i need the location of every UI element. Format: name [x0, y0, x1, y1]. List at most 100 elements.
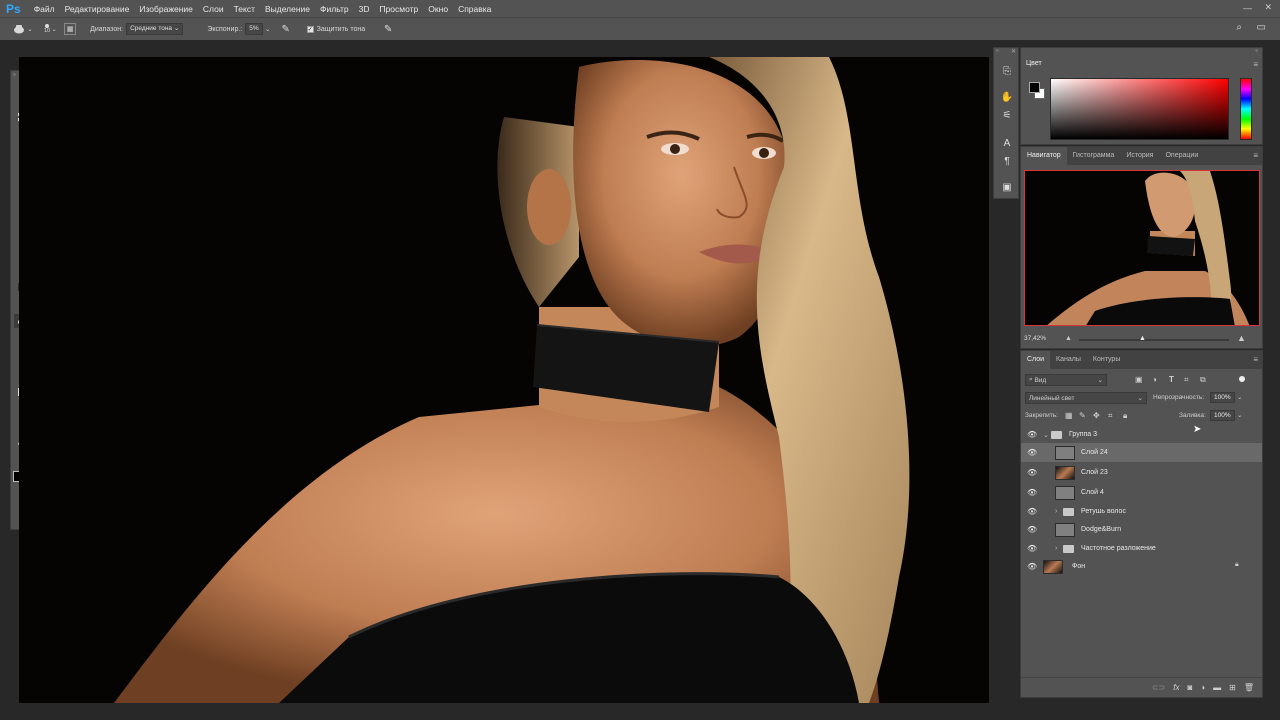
tab-histogram[interactable]: Гистограмма: [1067, 147, 1121, 165]
chevron-down-icon[interactable]: ⌄: [1237, 393, 1242, 401]
close-icon[interactable]: ✕: [1011, 48, 1016, 55]
brush-panel-icon[interactable]: ▦: [64, 23, 77, 35]
layer-row-layer-24[interactable]: 👁︎ Слой 24: [1021, 443, 1262, 462]
brush-settings-icon[interactable]: ✋: [999, 90, 1015, 104]
libraries-icon[interactable]: ▣: [999, 180, 1015, 194]
lock-artboard-icon[interactable]: ⌗: [1108, 411, 1113, 421]
lock-pixels-icon[interactable]: ✎: [1079, 411, 1086, 420]
filter-pixel-icon[interactable]: ▣: [1135, 375, 1143, 384]
blend-mode-select[interactable]: Линейный свет ⌄: [1025, 392, 1147, 404]
menu-edit[interactable]: Редактирование: [60, 4, 135, 14]
layer-row-layer-23[interactable]: 👁︎ Слой 23: [1021, 463, 1262, 482]
visibility-eye-icon[interactable]: 👁︎: [1027, 468, 1037, 477]
visibility-eye-icon[interactable]: 👁︎: [1027, 430, 1037, 439]
zoom-value[interactable]: 37,42%: [1024, 335, 1046, 342]
panel-menu-icon[interactable]: ≡: [1253, 151, 1258, 160]
chevron-down-icon[interactable]: ⌄: [263, 22, 273, 36]
minimize-icon[interactable]: —: [1243, 3, 1252, 13]
chevron-down-icon[interactable]: ⌄: [1237, 411, 1242, 419]
menu-window[interactable]: Окно: [423, 4, 453, 14]
protect-tones-label: Защитить тона: [316, 25, 366, 33]
lock-transparent-icon[interactable]: ▦: [1065, 411, 1073, 420]
visibility-eye-icon[interactable]: 👁︎: [1027, 562, 1037, 571]
layer-row-background[interactable]: 👁︎ Фон 🔒︎: [1021, 557, 1262, 576]
panel-menu-icon[interactable]: ≡: [1253, 60, 1258, 69]
workspace-icon[interactable]: ▭: [1257, 22, 1266, 33]
menu-select[interactable]: Выделение: [260, 4, 315, 14]
panel-menu-icon[interactable]: ≡: [1253, 355, 1258, 364]
menu-filter[interactable]: Фильтр: [315, 4, 354, 14]
chevron-down-icon[interactable]: ⌄: [50, 22, 58, 36]
document-canvas[interactable]: [19, 57, 989, 703]
tab-channels[interactable]: Каналы: [1050, 351, 1087, 369]
close-window-icon[interactable]: ✕: [1264, 2, 1272, 13]
chevron-down-icon[interactable]: ⌄: [1043, 431, 1049, 439]
visibility-eye-icon[interactable]: 👁︎: [1027, 488, 1037, 497]
protect-tones-checkbox[interactable]: ✓: [306, 25, 314, 33]
filter-adjustment-icon[interactable]: ◑: [1152, 375, 1157, 384]
layer-style-icon[interactable]: fx: [1173, 683, 1179, 692]
airbrush-icon[interactable]: ✎: [279, 22, 293, 36]
menu-view[interactable]: Просмотр: [374, 4, 423, 14]
fill-input[interactable]: 100%: [1210, 410, 1235, 421]
pressure-size-icon[interactable]: ✎: [381, 22, 395, 36]
zoom-slider[interactable]: [1079, 339, 1229, 341]
zoom-out-icon[interactable]: ▲: [1065, 335, 1072, 342]
filter-toggle-icon[interactable]: [1239, 376, 1245, 382]
add-mask-icon[interactable]: ◙: [1187, 683, 1192, 692]
hue-slider[interactable]: [1240, 78, 1252, 140]
tab-navigator[interactable]: Навигатор: [1021, 147, 1067, 165]
navigator-preview[interactable]: [1024, 170, 1260, 326]
adjustments-icon[interactable]: ⚟: [999, 108, 1015, 122]
filter-smart-object-icon[interactable]: ⧉: [1200, 375, 1206, 385]
search-icon[interactable]: ⌕: [1236, 22, 1242, 33]
filter-shape-icon[interactable]: ⌗: [1184, 375, 1189, 385]
navigator-thumbnail: [1047, 171, 1250, 325]
filter-type-icon[interactable]: T: [1169, 375, 1174, 384]
collapse-icon[interactable]: »: [13, 72, 16, 78]
delete-layer-icon[interactable]: 🗑︎: [1244, 683, 1254, 692]
sponge-tool-icon[interactable]: [12, 22, 26, 36]
character-panel-icon[interactable]: A: [999, 136, 1015, 150]
tab-actions[interactable]: Операции: [1159, 147, 1204, 165]
opacity-input[interactable]: 100%: [1210, 392, 1235, 403]
tab-history[interactable]: История: [1120, 147, 1159, 165]
range-select[interactable]: Средние тона ⌄: [126, 23, 184, 35]
chevron-right-icon[interactable]: ›: [1055, 508, 1057, 515]
zoom-in-icon[interactable]: ▲: [1237, 333, 1246, 343]
menu-help[interactable]: Справка: [453, 4, 496, 14]
paragraph-panel-icon[interactable]: ¶: [999, 154, 1015, 168]
visibility-eye-icon[interactable]: 👁︎: [1027, 507, 1037, 516]
exposure-input[interactable]: 5%: [245, 23, 263, 35]
menu-file[interactable]: Файл: [29, 4, 60, 14]
lock-all-icon[interactable]: 🔒︎: [1123, 411, 1127, 421]
visibility-eye-icon[interactable]: 👁︎: [1027, 544, 1037, 553]
menu-layers[interactable]: Слои: [198, 4, 229, 14]
zoom-slider-handle[interactable]: ▲: [1139, 335, 1146, 342]
menu-image[interactable]: Изображение: [134, 4, 198, 14]
layer-filter-select[interactable]: ⌕ Вид ⌄: [1025, 374, 1107, 386]
layer-row-layer-4[interactable]: 👁︎ Слой 4: [1021, 483, 1262, 502]
adjustment-layer-icon[interactable]: ◑: [1200, 683, 1205, 692]
layer-row-frequency-separation[interactable]: 👁︎ › Частотное разложение: [1021, 540, 1262, 557]
lock-position-icon[interactable]: ✥: [1093, 411, 1100, 420]
menu-3d[interactable]: 3D: [354, 4, 375, 14]
history-panel-icon[interactable]: ⎘: [999, 64, 1015, 78]
new-layer-icon[interactable]: ⊞: [1229, 683, 1236, 692]
new-group-icon[interactable]: ▬: [1213, 683, 1221, 692]
layer-row-dodge-burn[interactable]: 👁︎ Dodge&Burn: [1021, 520, 1262, 539]
layer-row-hair-retouch[interactable]: 👁︎ › Ретушь волос: [1021, 503, 1262, 520]
visibility-eye-icon[interactable]: 👁︎: [1027, 525, 1037, 534]
tab-layers[interactable]: Слои: [1021, 351, 1051, 369]
collapse-icon[interactable]: «: [1255, 48, 1258, 54]
layer-row-group-3[interactable]: 👁︎ ⌄ Группа 3: [1021, 426, 1262, 443]
menu-type[interactable]: Текст: [229, 4, 260, 14]
chevron-right-icon[interactable]: ›: [1055, 545, 1057, 552]
link-layers-icon[interactable]: ⊂⊃: [1152, 683, 1165, 692]
chevron-down-icon[interactable]: ⌄: [26, 22, 34, 36]
collapse-icon[interactable]: «: [996, 48, 999, 54]
color-spectrum-field[interactable]: [1050, 78, 1229, 140]
tab-paths[interactable]: Контуры: [1087, 351, 1126, 369]
visibility-eye-icon[interactable]: 👁︎: [1027, 448, 1037, 457]
foreground-color-swatch[interactable]: [1029, 82, 1040, 93]
